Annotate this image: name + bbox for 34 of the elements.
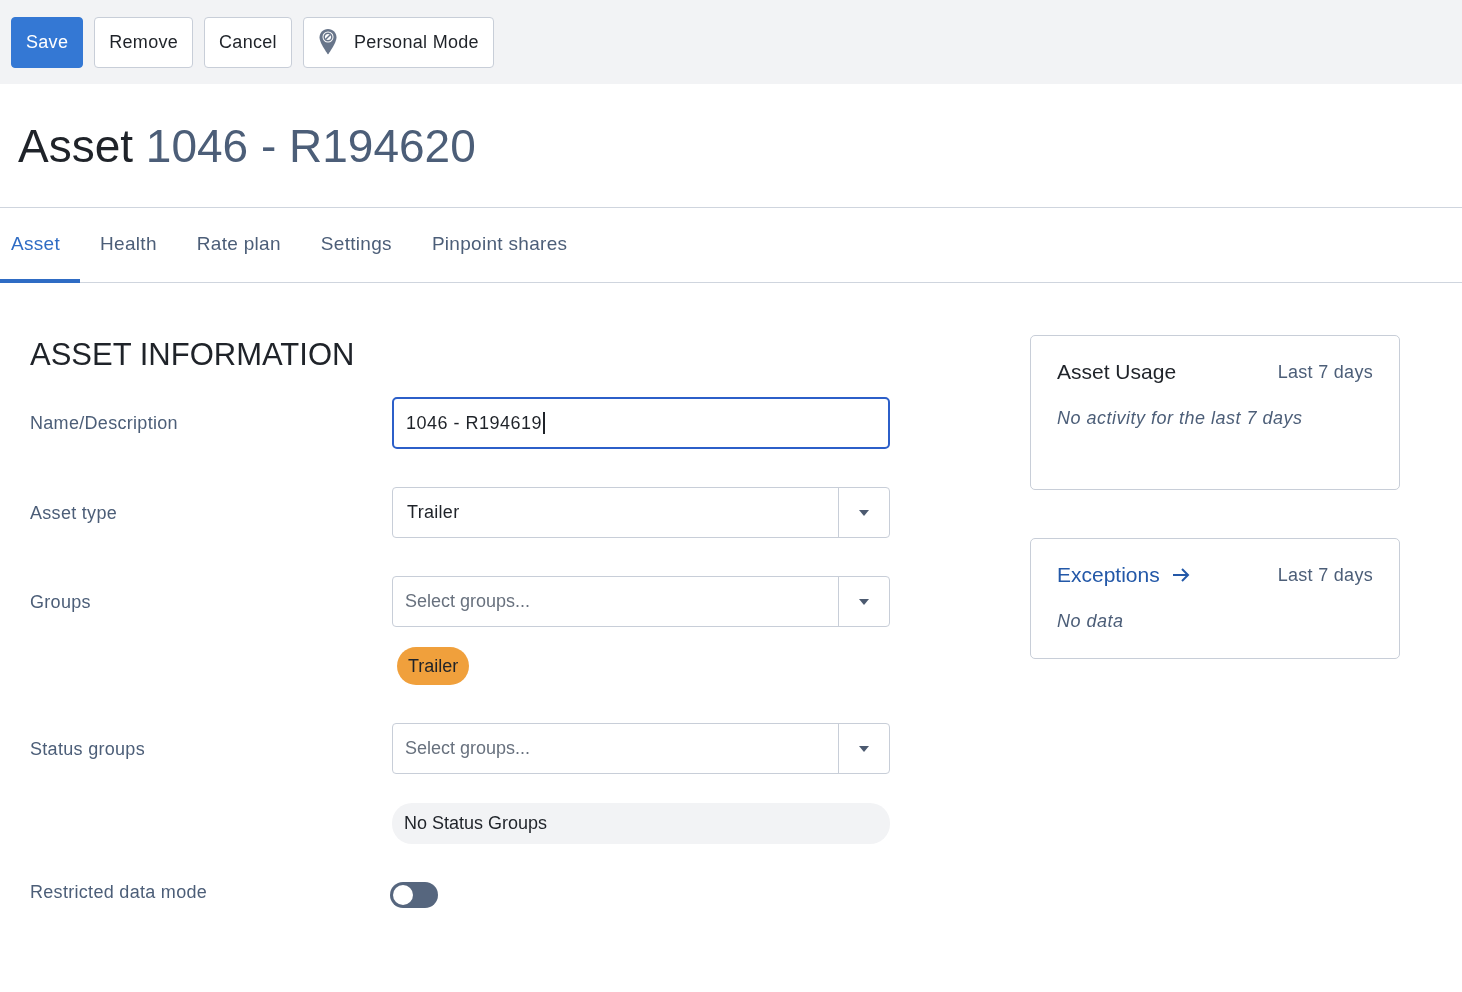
dropdown-field[interactable]: Select groups...	[392, 723, 890, 774]
period-label: Last 7 days	[1277, 361, 1373, 383]
card-message: No data	[1057, 611, 1125, 632]
dropdown-field[interactable]: Select groups...	[392, 576, 890, 627]
field-label: Status groups	[30, 738, 146, 760]
card-title: Asset Usage	[1057, 360, 1177, 384]
toggle-switch[interactable]	[390, 882, 438, 908]
map-pin-icon	[317, 28, 338, 56]
tab[interactable]: Pinpoint shares	[411, 208, 588, 283]
dropdown-arrow-icon	[859, 598, 869, 605]
dropdown-field[interactable]: Trailer	[392, 487, 890, 538]
name-input-field[interactable]: 1046 - R194619	[392, 397, 890, 449]
tab[interactable]: Health	[80, 208, 177, 283]
right-arrow-icon	[1171, 568, 1190, 582]
dropdown-arrow-icon	[859, 745, 869, 752]
toolbar-button[interactable]: Personal Mode	[302, 16, 494, 68]
field-label: Name/Description	[30, 412, 179, 434]
dropdown-arrow-icon	[859, 509, 869, 516]
toolbar-button[interactable]: Cancel	[204, 16, 292, 68]
page-title: Asset 1046 - R194620	[18, 118, 476, 173]
card-title-link[interactable]: Exceptions	[1057, 563, 1190, 587]
tab[interactable]: Settings	[300, 208, 412, 283]
empty-groups-note: No Status Groups	[392, 803, 890, 844]
group-tag: Trailer	[397, 647, 470, 685]
toolbar-button[interactable]: Save	[11, 16, 84, 68]
toolbar-button[interactable]: Remove	[94, 16, 194, 68]
field-label: Restricted data mode	[30, 882, 209, 903]
section-title: ASSET INFORMATION	[30, 337, 356, 373]
card-message: No activity for the last 7 days	[1057, 408, 1304, 429]
field-label: Asset type	[30, 502, 119, 524]
tab[interactable]: Asset	[0, 208, 81, 283]
field-label: Groups	[30, 591, 92, 613]
period-label: Last 7 days	[1277, 564, 1373, 586]
tab[interactable]: Rate plan	[176, 208, 301, 283]
